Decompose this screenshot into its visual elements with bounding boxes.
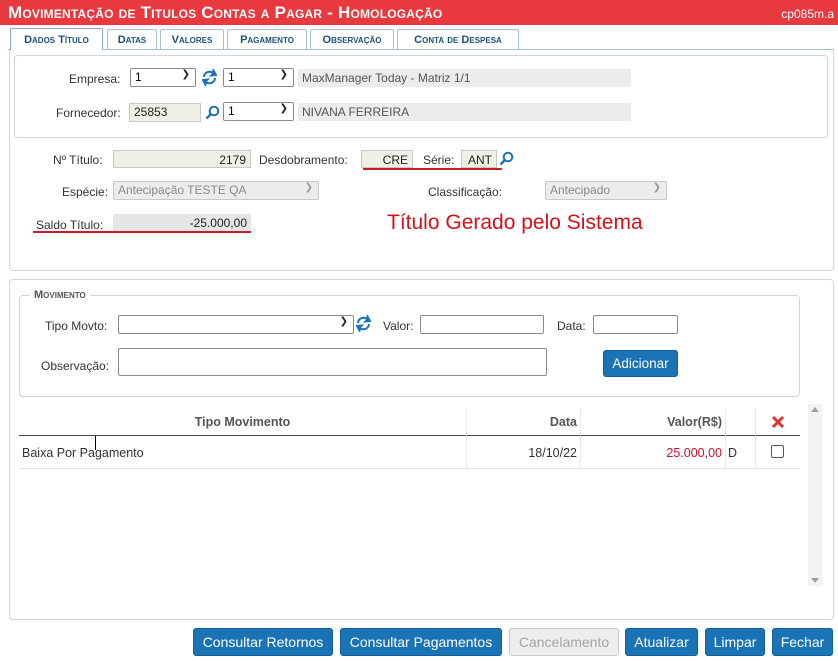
- tab-valores[interactable]: Valores: [160, 29, 224, 49]
- chevron-down-icon: ❯: [652, 182, 661, 193]
- fornecedor-code[interactable]: 25853: [129, 103, 201, 122]
- refresh-icon[interactable]: [355, 314, 371, 333]
- row-data: 18/10/22: [528, 445, 577, 460]
- chevron-down-icon: ❯: [304, 182, 313, 193]
- data-label: Data:: [557, 319, 586, 333]
- chevron-down-icon: ❯: [181, 69, 190, 80]
- atualizar-button[interactable]: Atualizar: [625, 628, 698, 656]
- highlight-underline: [363, 168, 502, 170]
- especie-select: Antecipação TESTE QA ❯: [113, 181, 319, 200]
- classificacao-select-value: Antecipado: [550, 183, 611, 197]
- numero-titulo-value: 2179: [113, 150, 251, 168]
- consultar-retornos-button[interactable]: Consultar Retornos: [193, 628, 333, 656]
- delete-column-header[interactable]: [765, 408, 791, 436]
- saldo-titulo-value: -25.000,00: [113, 214, 251, 232]
- vertical-scrollbar[interactable]: [808, 404, 822, 586]
- delete-x-icon[interactable]: [771, 415, 785, 429]
- title-bar: Movimentação de Titulos Contas a Pagar -…: [0, 0, 838, 25]
- chevron-down-icon: ❯: [279, 103, 288, 114]
- highlight-underline: [33, 231, 251, 233]
- data-input[interactable]: [593, 315, 678, 334]
- scroll-up-icon[interactable]: [811, 407, 819, 412]
- consultar-pagamentos-button[interactable]: Consultar Pagamentos: [340, 628, 502, 656]
- col-valor[interactable]: Valor(R$): [580, 408, 722, 436]
- fornecedor-seq-select[interactable]: 1 ❯: [223, 102, 294, 121]
- observacao-textarea[interactable]: [118, 348, 547, 376]
- movimento-legend: Movimento: [30, 289, 90, 301]
- row-tipo-movimento: Baixa Por Pagamento: [22, 445, 144, 460]
- search-icon[interactable]: [204, 103, 220, 121]
- empresa-select-value: 1: [135, 70, 142, 84]
- classificacao-select: Antecipado ❯: [545, 181, 667, 200]
- chevron-down-icon: ❯: [279, 69, 288, 80]
- annotation-text: Título Gerado pelo Sistema: [387, 211, 643, 234]
- scroll-down-icon[interactable]: [811, 578, 819, 583]
- program-code: cp085m.a: [781, 7, 834, 21]
- observacao-label: Observação:: [41, 359, 110, 373]
- filial-select[interactable]: 1 ❯: [223, 68, 294, 87]
- numero-titulo-label: Nº Título:: [53, 153, 103, 167]
- tipo-movto-label: Tipo Movto:: [45, 319, 108, 333]
- tab-conta-despesa[interactable]: Conta de Despesa: [397, 29, 519, 49]
- desdobramento-label: Desdobramento:: [259, 153, 348, 167]
- adicionar-button[interactable]: Adicionar: [603, 350, 678, 377]
- row-checkbox[interactable]: [771, 445, 784, 458]
- saldo-titulo-label: Saldo Título:: [36, 218, 104, 232]
- valor-label: Valor:: [383, 319, 414, 333]
- fornecedor-label: Fornecedor:: [56, 106, 121, 120]
- chevron-down-icon: ❯: [339, 316, 348, 327]
- valor-input[interactable]: [420, 315, 544, 334]
- classificacao-label: Classificação:: [428, 185, 503, 199]
- text-cursor: [95, 436, 96, 450]
- serie-value: ANT: [461, 150, 497, 168]
- empresa-description: MaxManager Today - Matriz 1/1: [298, 69, 631, 87]
- empresa-select[interactable]: 1 ❯: [130, 68, 196, 87]
- col-tipo-movimento[interactable]: Tipo Movimento: [19, 408, 466, 436]
- desdobramento-value: CRE: [361, 150, 413, 168]
- fornecedor-seq-value: 1: [228, 104, 235, 118]
- empresa-label: Empresa:: [69, 72, 121, 86]
- row-valor: 25.000,00: [666, 445, 722, 460]
- fornecedor-description: NIVANA FERREIRA: [298, 103, 631, 121]
- row-debit-credit: D: [728, 445, 738, 460]
- especie-select-value: Antecipação TESTE QA: [118, 183, 247, 197]
- movimento-fieldset: [19, 295, 800, 397]
- search-icon[interactable]: [498, 149, 514, 167]
- col-data[interactable]: Data: [466, 408, 577, 436]
- cancelamento-button: Cancelamento: [509, 628, 619, 656]
- tab-pagamento[interactable]: Pagamento: [227, 29, 307, 49]
- window-title: Movimentação de Titulos Contas a Pagar -…: [8, 3, 443, 22]
- tab-datas[interactable]: Datas: [107, 29, 157, 49]
- tab-observacao[interactable]: Observação: [310, 29, 394, 49]
- tipo-movto-select[interactable]: ❯: [118, 315, 354, 334]
- limpar-button[interactable]: Limpar: [705, 628, 765, 656]
- filial-select-value: 1: [228, 70, 235, 84]
- refresh-icon[interactable]: [201, 68, 217, 87]
- tab-dados-titulo[interactable]: Dados Título: [10, 28, 103, 50]
- fechar-button[interactable]: Fechar: [772, 628, 833, 656]
- serie-label: Série:: [423, 153, 455, 167]
- especie-label: Espécie:: [62, 185, 109, 199]
